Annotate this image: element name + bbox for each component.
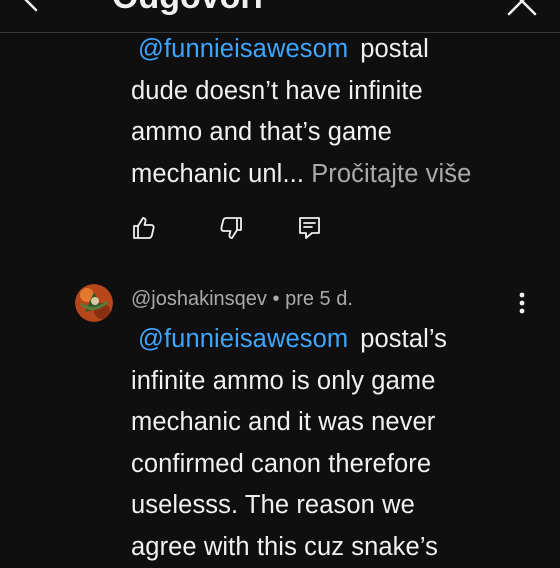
close-icon [505, 0, 539, 18]
reply-2-line-1: @funnieisawesompostal’s [131, 319, 521, 361]
reply-2-line-5: uselesss. The reason we [131, 485, 521, 527]
reply-2-line-6: agree with this cuz snake’s [131, 527, 521, 568]
arrow-left-icon [18, 0, 46, 14]
reply-time: pre 5 d. [285, 288, 353, 310]
reply-1-line-4: mechanic unl... Pročitajte više [131, 154, 521, 196]
back-button[interactable] [18, 0, 46, 14]
reply-2-line-3: mechanic and it was never [131, 402, 521, 444]
like-icon [131, 215, 157, 241]
page-title: Odgovori [112, 0, 263, 17]
reply-1-line-3: ammo and that’s game [131, 112, 521, 154]
meta-separator: • [273, 288, 280, 310]
avatar[interactable] [75, 284, 113, 322]
reply-2-text: @funnieisawesompostal’s infinite ammo is… [131, 319, 521, 568]
reply-1-line-2: dude doesn’t have infinite [131, 71, 521, 113]
read-more-link[interactable]: Pročitajte više [311, 160, 471, 188]
dislike-icon [218, 215, 244, 241]
mention-link[interactable]: @funnieisawesom [131, 325, 360, 353]
reply-icon [297, 215, 323, 241]
reply-2-line-2: infinite ammo is only game [131, 361, 521, 403]
reply-1-first-line-text: postal [360, 35, 429, 63]
avatar-image [75, 284, 113, 322]
like-button[interactable] [131, 215, 157, 241]
reply-2-line-4: confirmed canon therefore [131, 444, 521, 486]
close-button[interactable] [505, 0, 539, 18]
reply-1-last-line-text: mechanic unl... [131, 160, 304, 188]
reply-button[interactable] [297, 215, 323, 241]
reply-2-meta: @joshakinsqev • pre 5 d. [131, 288, 353, 311]
more-options-button[interactable] [510, 290, 534, 316]
more-vert-icon [510, 290, 534, 316]
dislike-button[interactable] [218, 215, 244, 241]
author-name[interactable]: @joshakinsqev [131, 288, 267, 310]
mention-link[interactable]: @funnieisawesom [131, 35, 360, 63]
reply-2-first-line-text: postal’s [360, 325, 447, 353]
reply-1-line-1: @funnieisawesompostal [131, 29, 521, 71]
reply-1-text: @funnieisawesompostal dude doesn’t have … [131, 29, 521, 195]
